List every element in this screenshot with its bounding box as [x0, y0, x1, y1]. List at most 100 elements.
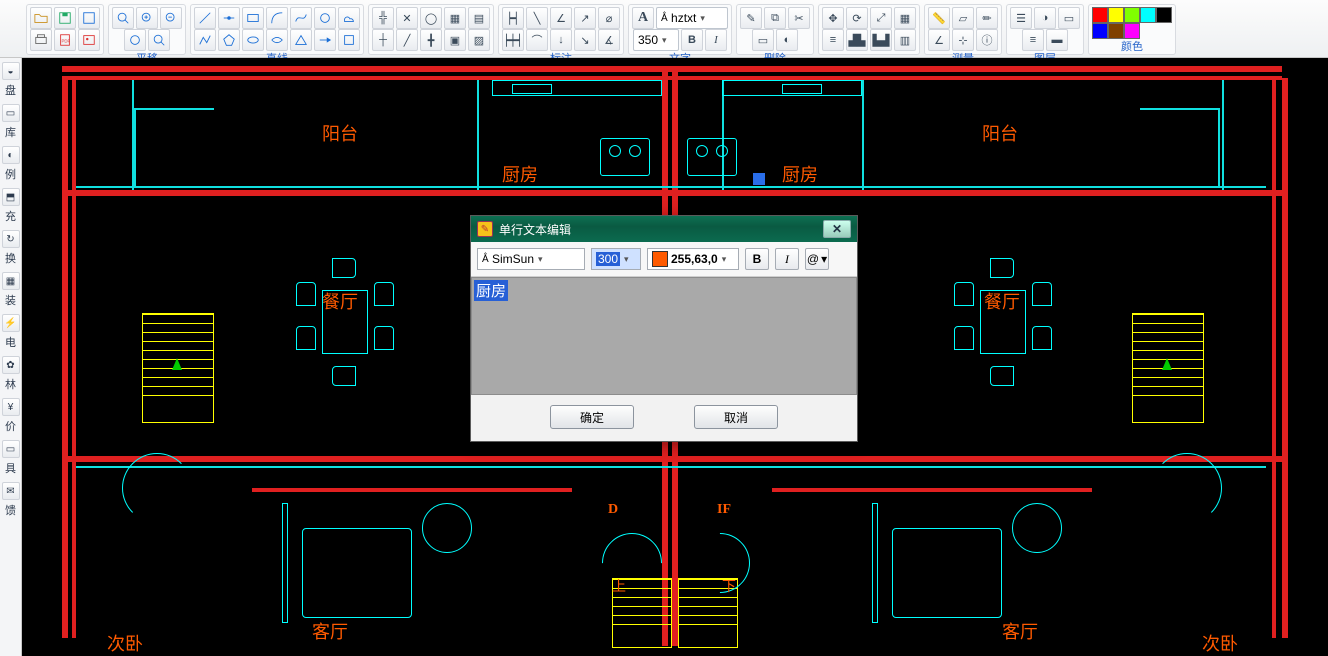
erase-icon[interactable]: ✎	[740, 7, 762, 29]
color-dropdown[interactable]: 255,63,0▾	[647, 248, 739, 270]
paste-icon[interactable]: ▭	[752, 29, 774, 51]
dim-cross-icon[interactable]: ╬	[372, 7, 394, 29]
id-icon[interactable]: ⓘ	[976, 29, 998, 51]
text-height-dropdown[interactable]: 350▾	[633, 29, 679, 51]
dim-arc-icon[interactable]: ⌒	[526, 29, 548, 51]
layer-open-icon[interactable]: ▭	[1058, 7, 1080, 29]
swatch-blue[interactable]	[1092, 23, 1108, 39]
zoom-window-icon[interactable]	[112, 7, 134, 29]
sidebar-item-1[interactable]: ▭库	[1, 104, 21, 140]
swatch-red[interactable]	[1092, 7, 1108, 23]
close-button[interactable]: ✕	[823, 220, 851, 238]
dim-aligned-icon[interactable]: ╲	[526, 7, 548, 29]
swatch-brown[interactable]	[1108, 23, 1124, 39]
linetype-icon[interactable]: ≡	[1022, 29, 1044, 51]
sidebar-item-8[interactable]: ¥价	[1, 398, 21, 434]
image-export-icon[interactable]	[78, 29, 100, 51]
rotate-icon[interactable]: ⟳	[846, 7, 868, 29]
dim1-icon[interactable]: ┼	[372, 29, 394, 51]
zoom-extents-icon[interactable]	[124, 29, 146, 51]
matchprop-icon[interactable]: ◐	[776, 29, 798, 51]
dialog-textarea[interactable]: 厨房	[471, 277, 857, 395]
font-style-dropdown[interactable]: A̐ hztxt▾	[656, 7, 728, 29]
dialog-titlebar[interactable]: ✎ 单行文本编辑 ✕	[471, 216, 857, 242]
dist-icon[interactable]: 📏	[928, 7, 950, 29]
dim-radius-icon[interactable]: ↗	[574, 7, 596, 29]
circle-icon[interactable]	[314, 7, 336, 29]
spline-icon[interactable]	[290, 7, 312, 29]
size-dropdown[interactable]: 300▾	[591, 248, 641, 270]
dim-continue-icon[interactable]: ┝┿┥	[502, 29, 524, 51]
triangle-icon[interactable]	[290, 29, 312, 51]
dialog-text-content[interactable]: 厨房	[474, 280, 508, 301]
cancel-button[interactable]: 取消	[694, 405, 778, 429]
dim-ang2-icon[interactable]: ∡	[598, 29, 620, 51]
dialog-italic-button[interactable]: I	[775, 248, 799, 270]
print-icon[interactable]	[30, 29, 52, 51]
swatch-yellow[interactable]	[1108, 7, 1124, 23]
sidebar-item-3[interactable]: ⬒充	[1, 188, 21, 224]
sidebar-item-10[interactable]: ✉馈	[1, 482, 21, 518]
hatch-icon[interactable]: ▦	[444, 7, 466, 29]
ok-button[interactable]: 确定	[550, 405, 634, 429]
angle-meas-icon[interactable]: ∠	[928, 29, 950, 51]
lineweight-icon[interactable]: ▬	[1046, 29, 1068, 51]
sidebar-item-7[interactable]: ✿林	[1, 356, 21, 392]
rect-icon[interactable]	[242, 7, 264, 29]
swatch-lime[interactable]	[1124, 7, 1140, 23]
coord-icon[interactable]: ⊹	[952, 29, 974, 51]
sidebar-item-0[interactable]: ◒盘	[1, 62, 21, 98]
label-kitchen-2[interactable]: 厨房	[782, 161, 818, 187]
sidebar-item-2[interactable]: ◐例	[1, 146, 21, 182]
swatch-magenta[interactable]	[1124, 23, 1140, 39]
font-dropdown[interactable]: A̐ SimSun▾	[477, 248, 585, 270]
sidebar-item-9[interactable]: ▭具	[1, 440, 21, 476]
scale-icon[interactable]: ⤢	[870, 7, 892, 29]
line-icon[interactable]	[194, 7, 216, 29]
dwg-icon[interactable]	[78, 7, 100, 29]
mirror-icon[interactable]: ▟▙	[846, 29, 868, 51]
polyline-icon[interactable]	[194, 29, 216, 51]
move-icon[interactable]: ✥	[822, 7, 844, 29]
dim-linear-icon[interactable]: ┝┥	[502, 7, 524, 29]
open-icon[interactable]	[30, 7, 52, 29]
cloud-icon[interactable]	[338, 7, 360, 29]
dim-leader-icon[interactable]: ↘	[574, 29, 596, 51]
point-icon[interactable]	[218, 7, 240, 29]
dim-angular-icon[interactable]: ∠	[550, 7, 572, 29]
image-insert-icon[interactable]: ▣	[444, 29, 466, 51]
dialog-bold-button[interactable]: B	[745, 248, 769, 270]
arc-icon[interactable]	[266, 7, 288, 29]
mirror2-icon[interactable]: ▙▟	[870, 29, 892, 51]
dim-diameter-icon[interactable]: ⌀	[598, 7, 620, 29]
color-palette[interactable]	[1092, 7, 1172, 39]
zoom-realtime-icon[interactable]	[148, 29, 170, 51]
area-icon[interactable]: ▱	[952, 7, 974, 29]
pdf-icon[interactable]: PDF	[54, 29, 76, 51]
layers-icon[interactable]: ☰	[1010, 7, 1032, 29]
copy-icon[interactable]: ⧉	[764, 7, 786, 29]
polygon-icon[interactable]	[218, 29, 240, 51]
swatch-cyan[interactable]	[1140, 7, 1156, 23]
spline2-icon[interactable]	[266, 29, 288, 51]
arrow-icon[interactable]	[314, 29, 336, 51]
text-A-icon[interactable]: A	[632, 7, 654, 29]
sidebar-item-5[interactable]: ▦装	[1, 272, 21, 308]
cut-icon[interactable]: ✂	[788, 7, 810, 29]
save-icon[interactable]	[54, 7, 76, 29]
layer-color-icon[interactable]: ◑	[1034, 7, 1056, 29]
dim-intersect-icon[interactable]: ✕	[396, 7, 418, 29]
block-icon[interactable]	[338, 29, 360, 51]
fill-icon[interactable]: ▤	[468, 7, 490, 29]
zoom-out-icon[interactable]	[160, 7, 182, 29]
offset-icon[interactable]: ≡	[822, 29, 844, 51]
bold-button[interactable]: B	[681, 29, 703, 51]
dim2-icon[interactable]: ╱	[396, 29, 418, 51]
hatch2-icon[interactable]: ▨	[468, 29, 490, 51]
sidebar-item-6[interactable]: ⚡电	[1, 314, 21, 350]
ellipse-icon[interactable]	[242, 29, 264, 51]
dim3-icon[interactable]: ╋	[420, 29, 442, 51]
ruler-icon[interactable]: ✏	[976, 7, 998, 29]
dialog-symbol-button[interactable]: @▾	[805, 248, 829, 270]
array-icon[interactable]: ▦	[894, 7, 916, 29]
